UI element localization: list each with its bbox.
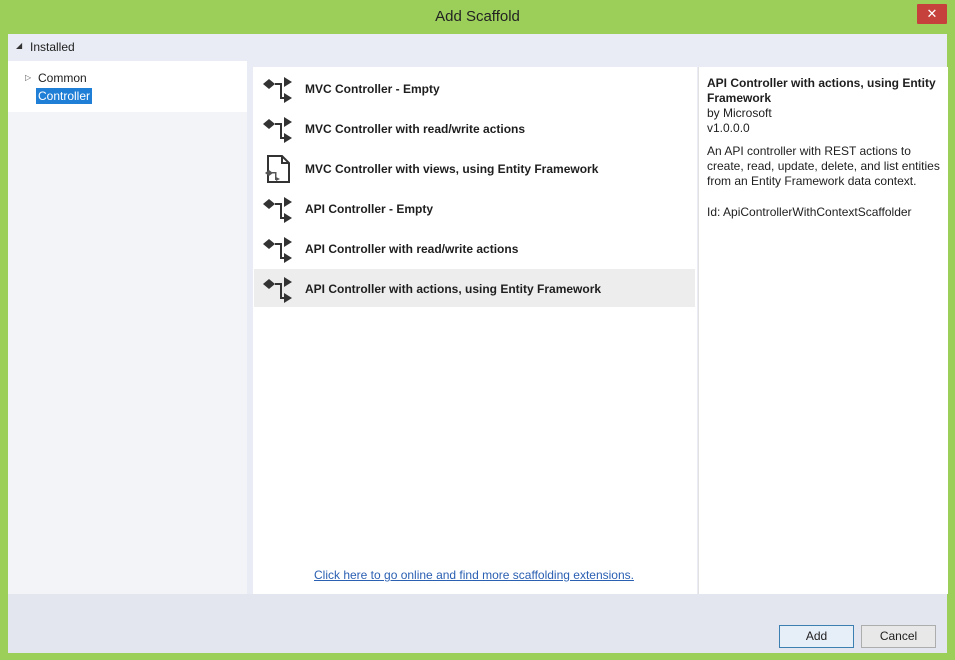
view-page-icon: [265, 155, 290, 183]
scaffold-item-label: API Controller with read/write actions: [305, 242, 519, 256]
tree-item-common[interactable]: Common: [38, 71, 87, 85]
scaffold-item[interactable]: API Controller with read/write actions: [254, 229, 695, 267]
tree-item-controller[interactable]: Controller: [36, 88, 93, 104]
details-version: v1.0.0.0: [707, 121, 750, 135]
scaffold-item-label: MVC Controller with views, using Entity …: [305, 162, 599, 176]
controller-icon: [263, 117, 292, 143]
dialog-footer: Add Cancel: [8, 594, 947, 653]
dialog-body: ◢ Installed ▷ Common Controller MVC Cont…: [8, 34, 948, 653]
close-icon: ✕: [926, 6, 938, 21]
scaffold-item-selected[interactable]: API Controller with actions, using Entit…: [254, 269, 695, 307]
details-title: API Controller with actions, using Entit…: [707, 76, 936, 105]
online-extensions-link[interactable]: Click here to go online and find more sc…: [314, 568, 634, 582]
scaffold-item-label: MVC Controller - Empty: [305, 82, 440, 96]
installed-header[interactable]: ◢ Installed: [8, 34, 947, 60]
controller-icon: [263, 77, 292, 103]
controller-icon: [263, 197, 292, 223]
scaffold-item[interactable]: API Controller - Empty: [254, 189, 695, 227]
scaffold-item[interactable]: MVC Controller with views, using Entity …: [254, 149, 695, 187]
cancel-button[interactable]: Cancel: [861, 625, 936, 648]
category-tree: ▷ Common Controller: [8, 61, 247, 594]
details-author: by Microsoft: [707, 106, 772, 120]
scaffold-item[interactable]: MVC Controller with read/write actions: [254, 109, 695, 147]
details-description: An API controller with REST actions to c…: [707, 144, 940, 188]
expand-arrow-icon[interactable]: ▷: [25, 73, 31, 82]
controller-icon: [263, 277, 292, 303]
scaffold-item-label: API Controller - Empty: [305, 202, 434, 216]
details-panel: API Controller with actions, using Entit…: [698, 67, 948, 594]
collapse-arrow-icon[interactable]: ◢: [16, 41, 22, 50]
window-title: Add Scaffold: [435, 8, 520, 25]
scaffold-item-label: MVC Controller with read/write actions: [305, 122, 526, 136]
close-button[interactable]: ✕: [917, 4, 947, 24]
details-id: Id: ApiControllerWithContextScaffolder: [707, 205, 912, 219]
scaffold-item-label: API Controller with actions, using Entit…: [305, 282, 602, 296]
add-button[interactable]: Add: [779, 625, 854, 648]
scaffold-list: MVC Controller - Empty MVC Controller wi…: [253, 67, 697, 594]
controller-icon: [263, 237, 292, 263]
installed-label: Installed: [30, 40, 75, 54]
scaffold-item[interactable]: MVC Controller - Empty: [254, 69, 695, 107]
title-bar: Add Scaffold: [0, 0, 955, 34]
